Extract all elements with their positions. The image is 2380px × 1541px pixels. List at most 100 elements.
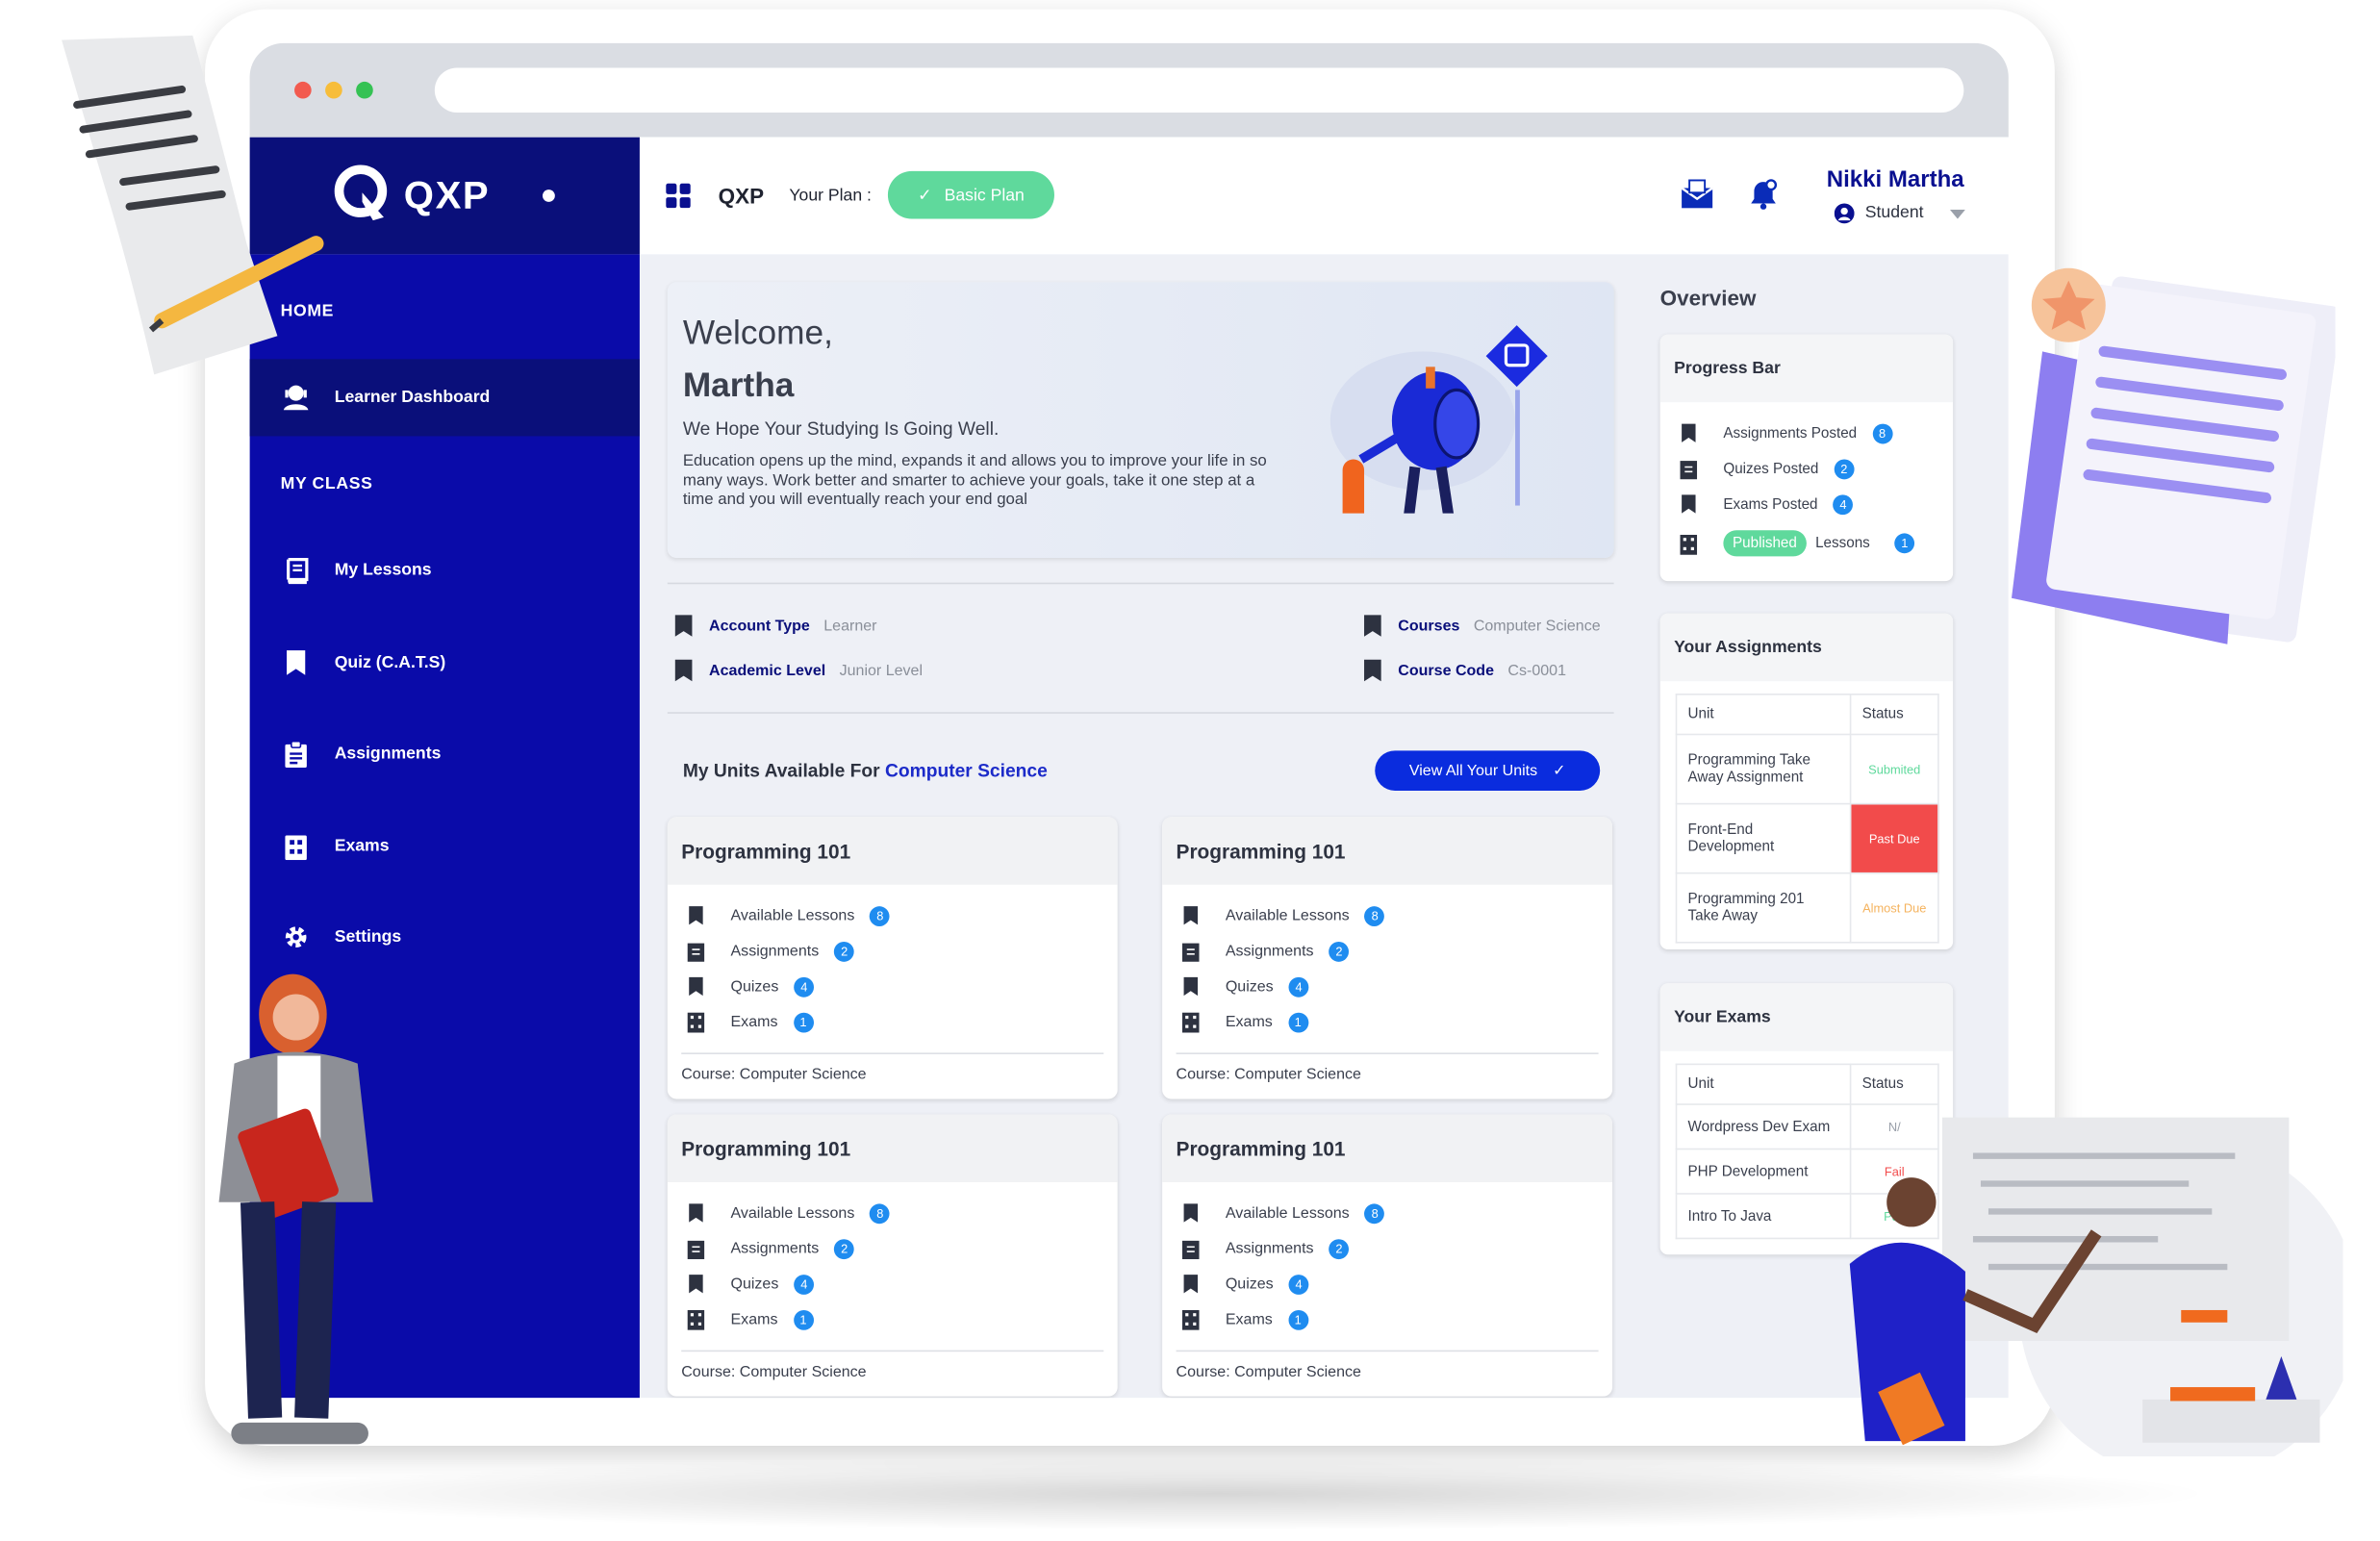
card-lessons-label: Available Lessons	[1225, 906, 1350, 924]
mail-icon[interactable]	[1681, 179, 1714, 210]
unit-card[interactable]: Programming 101 Available Lessons 8 Assig…	[667, 1114, 1118, 1397]
student-character-illustration	[218, 973, 373, 1445]
lessons-count-badge: 8	[870, 1202, 891, 1224]
plan-label: Your Plan :	[789, 186, 872, 206]
sidebar-item-my-lessons[interactable]: My Lessons	[250, 532, 640, 609]
exams-count-badge: 1	[793, 1011, 814, 1032]
exam-icon	[1181, 1012, 1200, 1033]
quizzes-count-badge: 4	[1288, 1274, 1309, 1295]
course-code-value: Cs-0001	[1507, 662, 1567, 679]
exam-icon	[1181, 1309, 1200, 1330]
card-exams-label: Exams	[730, 1013, 778, 1031]
exam-icon	[687, 1309, 705, 1330]
plan-value: Basic Plan	[944, 186, 1025, 205]
address-bar[interactable]	[434, 67, 1964, 113]
courses-value: Computer Science	[1473, 617, 1601, 635]
account-type-value: Learner	[823, 617, 877, 635]
unit-card-footer: Course: Computer Science	[681, 1350, 1104, 1381]
assignments-count-badge: 2	[834, 941, 855, 962]
progress-row: Quizes Posted 2	[1680, 458, 1855, 480]
unit-card[interactable]: Programming 101 Available Lessons 8 Assig…	[1162, 817, 1613, 1099]
bookmark-icon	[689, 906, 703, 925]
card-quizzes-label: Quizes	[730, 977, 779, 996]
table-row[interactable]: Programming Take Away Assignment Submited	[1675, 733, 1939, 805]
lessons-count-badge: 8	[1364, 905, 1385, 926]
progress-panel: Progress Bar Assignments Posted 8 Quizes …	[1659, 334, 1954, 582]
maximize-dot[interactable]	[356, 81, 373, 99]
teacher-whiteboard-illustration	[1849, 1117, 2343, 1457]
courses-label: Courses	[1398, 617, 1460, 635]
progress-row: Exams Posted 4	[1681, 493, 1854, 515]
unit-card[interactable]: Programming 101 Available Lessons 8 Assig…	[1162, 1114, 1613, 1397]
unit-card[interactable]: Programming 101 Available Lessons 8 Assig…	[667, 817, 1118, 1099]
app-window: QXP HOME Learner Dashboard MY CLASS My L…	[249, 137, 2009, 1399]
sidebar-item-exams[interactable]: Exams	[250, 808, 640, 885]
unit-card-title: Programming 101	[667, 817, 1118, 885]
clipboard-icon	[1181, 1240, 1200, 1260]
apps-grid-icon[interactable]	[666, 183, 691, 209]
assignment-unit: Programming Take Away Assignment	[1675, 733, 1852, 805]
chevron-down-icon[interactable]	[1949, 209, 1965, 219]
progress-row-lessons: Published Lessons 1	[1680, 530, 1915, 557]
quizzes-count-badge: 4	[1288, 976, 1309, 997]
card-quizzes-label: Quizes	[730, 1275, 779, 1293]
unit-card-footer: Course: Computer Science	[1176, 1350, 1599, 1381]
col-status: Status	[1849, 1063, 1939, 1105]
card-row-lessons: Available Lessons 8	[688, 905, 891, 926]
assignments-count-badge: 2	[834, 1238, 855, 1259]
brand-logo-text[interactable]: QXP	[404, 174, 490, 218]
view-all-label: View All Your Units	[1408, 762, 1538, 779]
gear-icon	[281, 922, 312, 952]
sidebar-item-quiz[interactable]: Quiz (C.A.T.S)	[250, 624, 640, 701]
assignments-count-badge: 2	[1329, 1238, 1350, 1259]
card-row-lessons: Available Lessons 8	[1182, 1202, 1385, 1224]
welcome-subtitle: We Hope Your Studying Is Going Well.	[682, 417, 1000, 440]
units-heading: My Units Available For Computer Science	[683, 760, 1048, 781]
account-type-label: Account Type	[709, 617, 810, 635]
ground-shadow	[215, 1456, 2220, 1531]
units-title: My Units Available For	[682, 759, 880, 782]
sidebar-item-assignments[interactable]: Assignments	[250, 715, 640, 792]
card-row-assignments: Assignments 2	[1181, 1238, 1350, 1260]
card-row-exams: Exams 1	[687, 1308, 814, 1330]
card-row-quizzes: Quizes 4	[1182, 1273, 1309, 1295]
overview-title: Overview	[1659, 285, 1757, 311]
published-pill[interactable]: Published	[1723, 530, 1807, 557]
user-name[interactable]: Nikki Martha	[1827, 166, 1964, 192]
bookmark-icon	[1364, 659, 1381, 682]
welcome-name: Martha	[682, 365, 795, 404]
check-icon: ✓	[917, 186, 932, 206]
divider	[667, 712, 1614, 714]
certificate-illustration	[2012, 267, 2336, 644]
topbar-brand: QXP	[718, 183, 765, 209]
check-icon: ✓	[1553, 762, 1566, 779]
sidebar-item-label: Exams	[334, 837, 390, 856]
progress-count-badge: 2	[1834, 458, 1855, 479]
card-quizzes-label: Quizes	[1225, 977, 1274, 996]
bell-icon[interactable]	[1748, 179, 1779, 210]
sidebar-item-settings[interactable]: Settings	[250, 898, 640, 975]
sidebar-item-label: My Lessons	[334, 561, 432, 580]
card-assignments-label: Assignments	[730, 1240, 820, 1257]
card-lessons-label: Available Lessons	[1225, 1204, 1350, 1222]
table-row[interactable]: Programming 201 Take Away Almost Due	[1675, 872, 1939, 944]
unit-card-title: Programming 101	[667, 1114, 1118, 1182]
card-row-quizzes: Quizes 4	[688, 975, 815, 997]
sidebar-item-label: Settings	[334, 927, 402, 947]
plan-button[interactable]: ✓ Basic Plan	[887, 170, 1054, 219]
main-content: Welcome, Martha We Hope Your Studying Is…	[639, 254, 2009, 1399]
card-row-assignments: Assignments 2	[1181, 940, 1350, 962]
academic-level-row: Academic Level Junior Level	[673, 658, 923, 683]
exam-icon	[281, 831, 312, 862]
card-row-lessons: Available Lessons 8	[1182, 905, 1385, 926]
unit-card-title: Programming 101	[1162, 817, 1613, 885]
progress-label: Quizes Posted	[1723, 460, 1819, 477]
assignments-title: Your Assignments	[1659, 613, 1954, 682]
table-row[interactable]: Front-End Development Past Due	[1675, 802, 1939, 874]
account-type-row: Account Type Learner	[673, 614, 876, 639]
exams-count-badge: 1	[793, 1309, 814, 1329]
card-exams-label: Exams	[1225, 1310, 1273, 1328]
card-assignments-label: Assignments	[1225, 1240, 1314, 1257]
view-all-units-button[interactable]: View All Your Units ✓	[1375, 750, 1601, 791]
card-row-quizzes: Quizes 4	[688, 1273, 815, 1295]
